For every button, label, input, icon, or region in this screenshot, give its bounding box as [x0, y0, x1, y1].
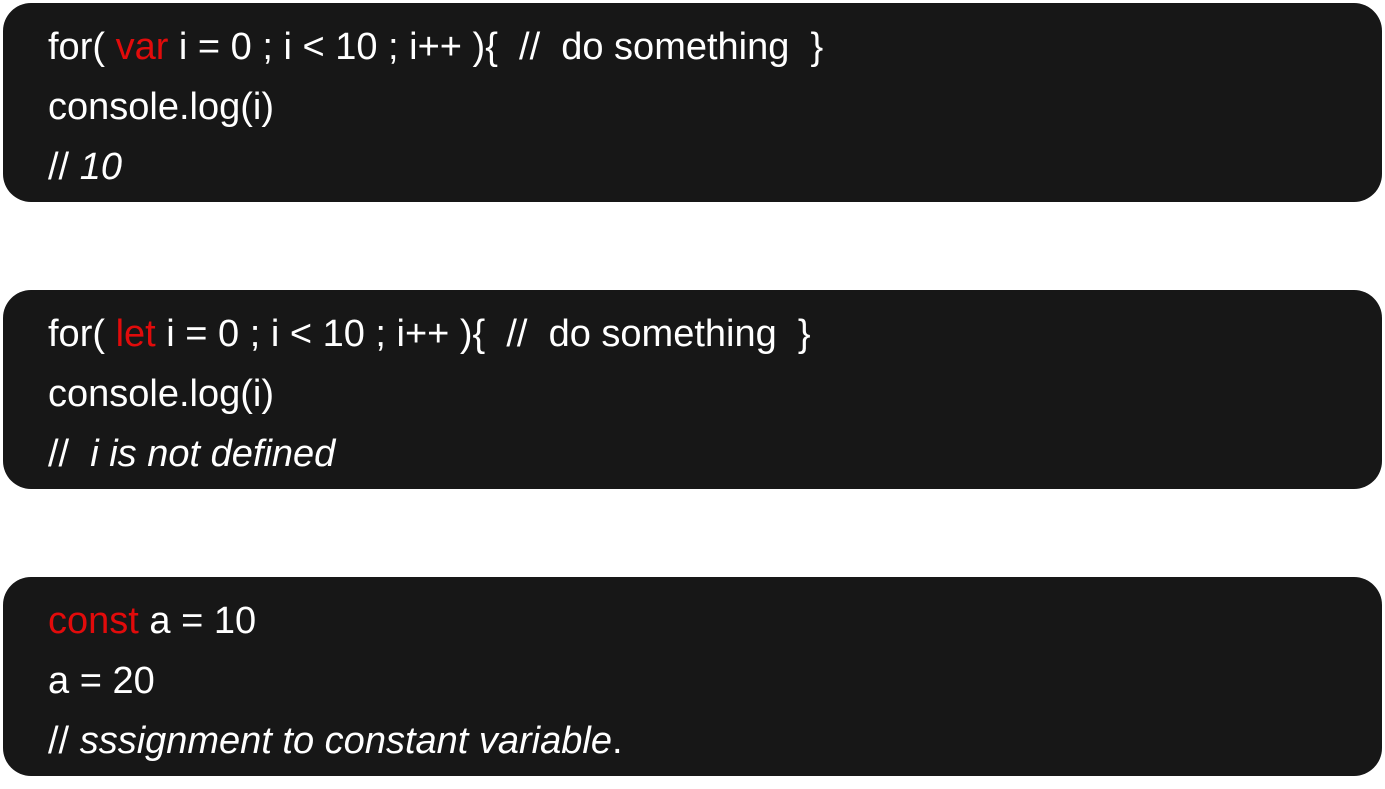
keyword-const: const — [48, 600, 139, 642]
code-comment-output: // 10 — [48, 144, 122, 190]
comment-slashes: // — [48, 720, 80, 762]
comment-slashes: // — [48, 433, 91, 475]
code-snippet-const: const a = 10 a = 20 // sssignment to con… — [3, 577, 1382, 776]
comment-text: i is not defined — [90, 433, 336, 475]
code-text: for( — [48, 313, 116, 355]
code-line-for-loop: for( var i = 0 ; i < 10 ; i++ ){ // do s… — [48, 24, 823, 70]
code-line-console-log: console.log(i) — [48, 86, 274, 128]
keyword-let: let — [115, 313, 156, 355]
comment-tail: . — [611, 720, 623, 762]
code-text: i = 0 ; i < 10 ; i++ ){ // do something … — [168, 26, 824, 68]
code-line-for-loop: for( let i = 0 ; i < 10 ; i++ ){ // do s… — [48, 311, 811, 357]
code-text: a = 10 — [138, 600, 257, 642]
keyword-var: var — [115, 26, 169, 68]
code-snippet-var: for( var i = 0 ; i < 10 ; i++ ){ // do s… — [3, 3, 1382, 202]
code-snippet-let: for( let i = 0 ; i < 10 ; i++ ){ // do s… — [3, 290, 1382, 489]
comment-slashes: // — [48, 146, 80, 188]
code-text: for( — [48, 26, 116, 68]
code-comment-output: // sssignment to constant variable. — [48, 718, 623, 764]
code-text: i = 0 ; i < 10 ; i++ ){ // do something … — [155, 313, 811, 355]
comment-text: 10 — [79, 146, 122, 188]
code-line-console-log: console.log(i) — [48, 373, 274, 415]
code-comment-output: // i is not defined — [48, 431, 335, 477]
comment-text: sssignment to constant variable — [79, 720, 612, 762]
code-line-declaration: const a = 10 — [48, 598, 256, 644]
code-line-assignment: a = 20 — [48, 660, 155, 702]
